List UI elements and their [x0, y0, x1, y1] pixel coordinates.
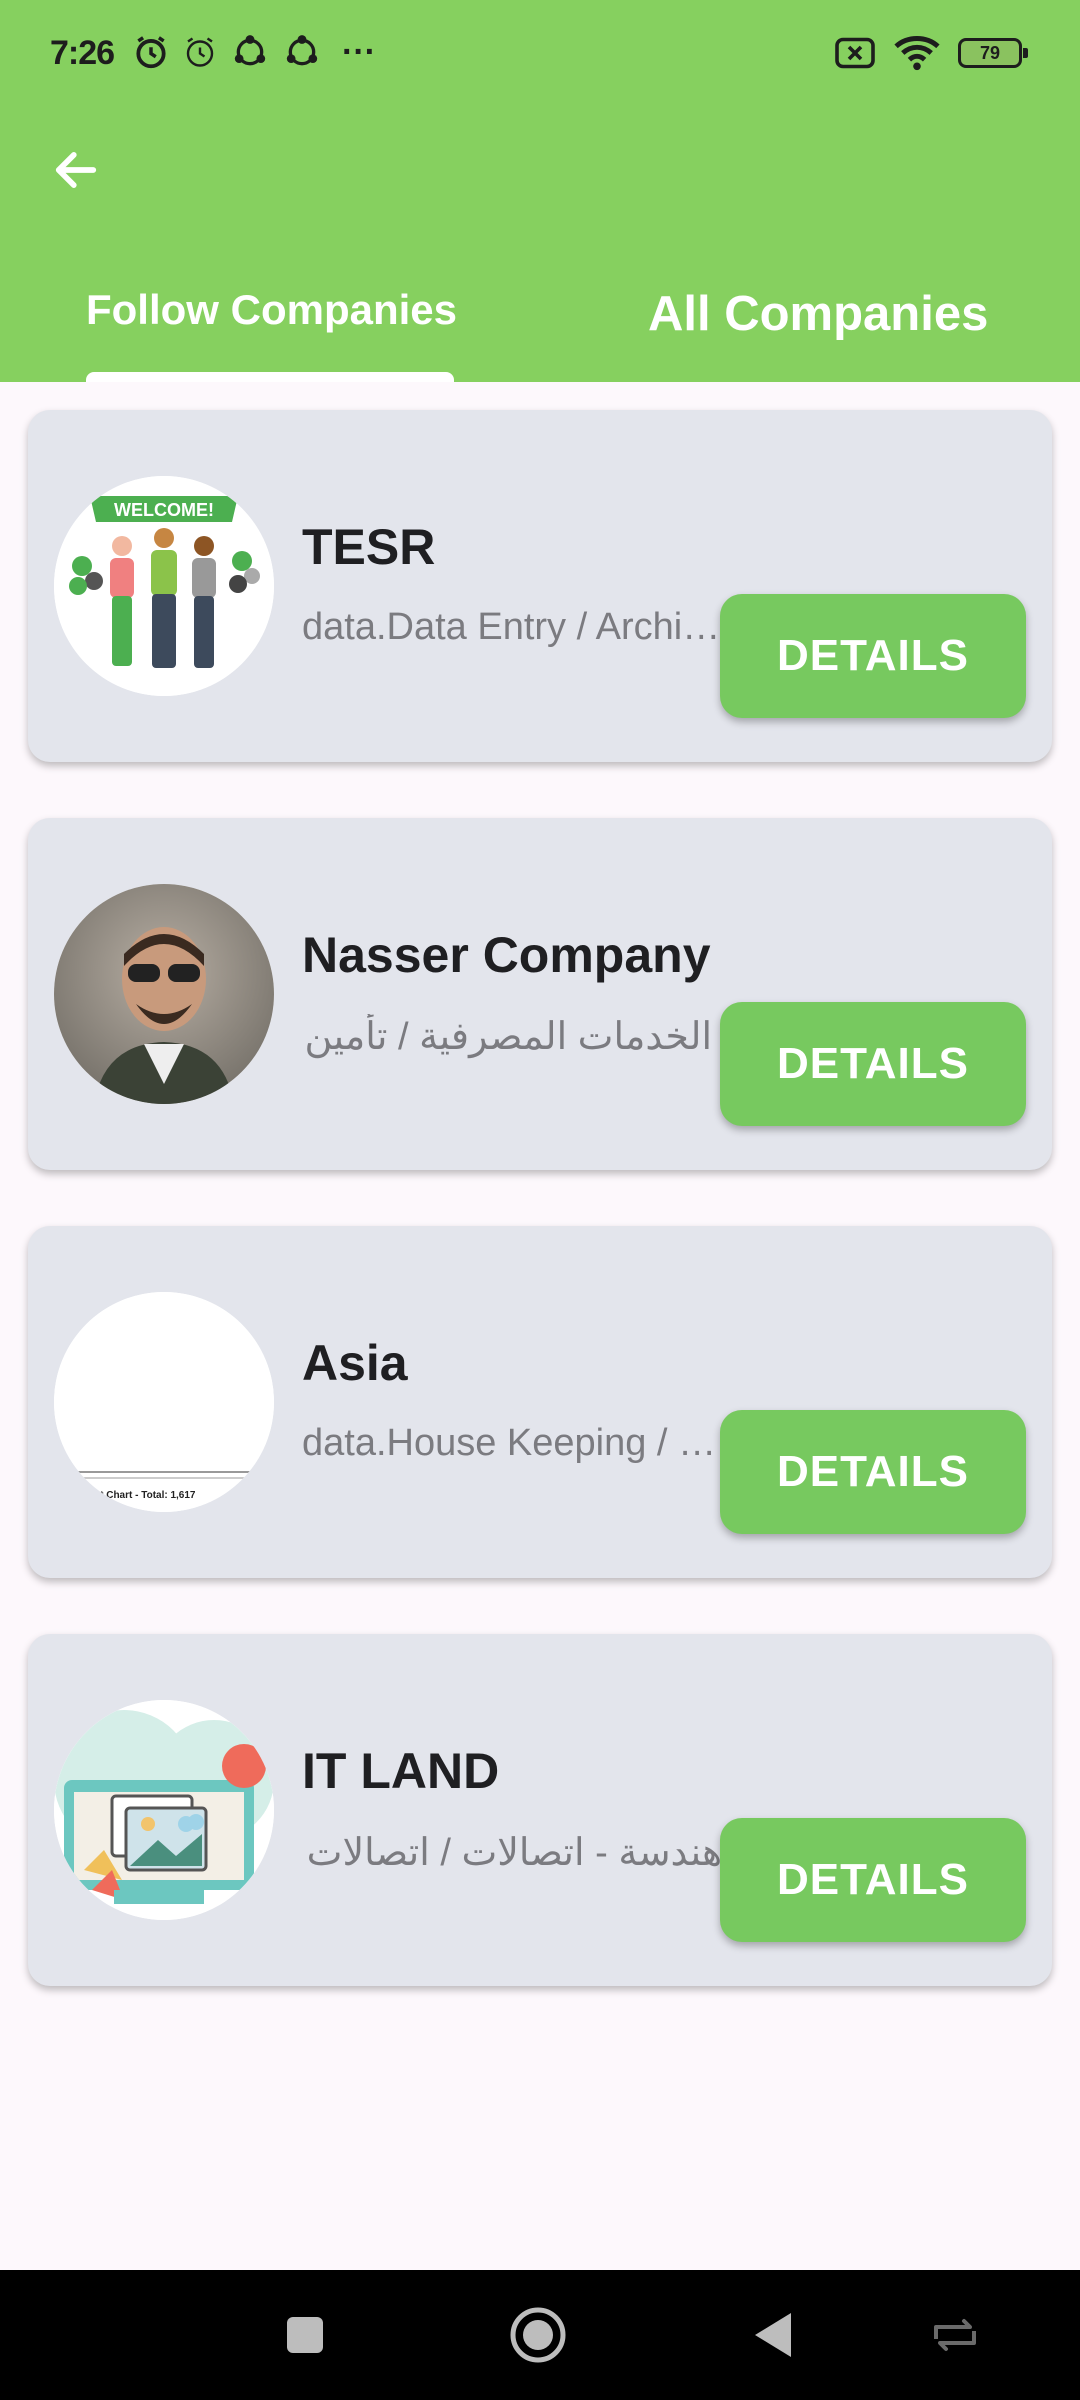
company-avatar[interactable]: WELCOME!: [54, 476, 274, 696]
company-category: data.House Keeping / Services: [302, 1422, 722, 1464]
square-icon: [287, 2317, 323, 2353]
status-notification-icons: ···: [132, 32, 376, 72]
arrow-left-icon: [55, 152, 97, 188]
details-button[interactable]: DETAILS: [720, 1818, 1026, 1942]
details-button[interactable]: DETAILS: [720, 1410, 1026, 1534]
wifi-icon: [894, 36, 940, 71]
switch-apps-button[interactable]: [920, 2300, 990, 2370]
company-card: WELCOME! TESR data.Data Entry / Architec…: [28, 410, 1052, 762]
battery-indicator: 79: [958, 38, 1028, 68]
switch-icon: [934, 2319, 976, 2351]
tab-all-companies[interactable]: All Companies: [540, 260, 1080, 382]
company-name: TESR: [302, 519, 436, 575]
sync-icon: [234, 35, 266, 66]
status-time: 7:26: [50, 34, 115, 72]
company-avatar[interactable]: nt Chart - Total: 1,617: [54, 1292, 274, 1512]
status-bar: 7:26 ··· 79: [0, 0, 1080, 110]
details-button[interactable]: DETAILS: [720, 594, 1026, 718]
chart-thumbnail-icon: [54, 1292, 274, 1512]
more-notifications-icon: ···: [342, 32, 376, 71]
company-name: Nasser Company: [302, 927, 711, 983]
tab-all-companies-label: All Companies: [648, 287, 989, 341]
monitor-illustration-icon: [54, 1700, 274, 1920]
details-button[interactable]: DETAILS: [720, 1002, 1026, 1126]
company-card: Nasser Company الخدمات المصرفية / تأمين …: [28, 818, 1052, 1170]
company-name: Asia: [302, 1335, 408, 1391]
company-avatar[interactable]: [54, 1700, 274, 1920]
app-bar: 7:26 ··· 79 Follow Companies All Compani…: [0, 0, 1080, 382]
sync-icon-2: [286, 35, 318, 66]
alarm-icon: [136, 36, 166, 69]
tab-bar: Follow Companies All Companies: [0, 260, 1080, 382]
home-button[interactable]: [503, 2300, 573, 2370]
company-category: data.Data Entry / Architecture: [302, 606, 722, 648]
avatar-caption: nt Chart - Total: 1,617: [94, 1490, 196, 1501]
nav-back-button[interactable]: [738, 2300, 808, 2370]
system-nav-bar: [0, 2270, 1080, 2400]
alarm-outline-icon: [186, 37, 214, 67]
company-name: IT LAND: [302, 1743, 500, 1799]
company-card: IT LAND هندسة - اتصالات / اتصالات DETAIL…: [28, 1634, 1052, 1986]
company-category: الخدمات المصرفية / تأمين: [304, 1016, 712, 1058]
company-card: nt Chart - Total: 1,617 Asia data.House …: [28, 1226, 1052, 1578]
tab-follow-companies[interactable]: Follow Companies: [0, 260, 540, 382]
company-avatar[interactable]: [54, 884, 274, 1104]
triangle-back-icon: [755, 2313, 791, 2357]
no-sim-icon: [835, 37, 875, 69]
circle-icon: [510, 2307, 566, 2363]
back-button[interactable]: [46, 140, 106, 200]
company-category: هندسة - اتصالات / اتصالات: [306, 1832, 722, 1874]
tab-indicator: [86, 372, 454, 382]
person-photo-icon: [54, 884, 274, 1104]
svg-text:WELCOME!: WELCOME!: [114, 500, 214, 520]
recent-apps-button[interactable]: [270, 2300, 340, 2370]
welcome-illustration-icon: WELCOME!: [54, 476, 274, 696]
tab-follow-companies-label: Follow Companies: [86, 286, 458, 333]
status-system-icons: 79: [834, 34, 1028, 72]
